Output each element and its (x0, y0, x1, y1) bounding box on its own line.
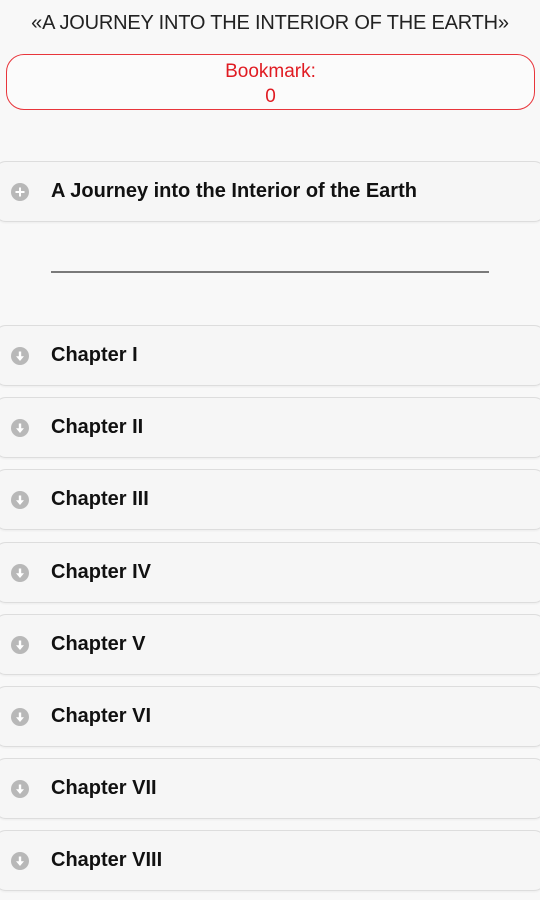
chapter-label: Chapter VI (51, 705, 152, 727)
chapter-item-8[interactable]: Chapter VIII (0, 830, 540, 891)
chapter-item-5[interactable]: Chapter V (0, 614, 540, 675)
chapter-item-1[interactable]: Chapter I (0, 325, 540, 386)
book-section-toggle[interactable]: A Journey into the Interior of the Earth (0, 161, 540, 222)
app-title: «A JOURNEY INTO THE INTERIOR OF THE EART… (31, 12, 509, 34)
app-screen: «A JOURNEY INTO THE INTERIOR OF THE EART… (0, 0, 540, 900)
bookmark-value: 0 (265, 86, 276, 107)
chapter-item-7[interactable]: Chapter VII (0, 758, 540, 819)
chapter-label: Chapter VII (51, 777, 157, 799)
chapter-item-6[interactable]: Chapter VI (0, 686, 540, 747)
bookmark-label: Bookmark: (225, 61, 316, 82)
book-section-label: A Journey into the Interior of the Earth (51, 180, 417, 202)
chapter-item-2[interactable]: Chapter II (0, 397, 540, 458)
chapter-label: Chapter IV (51, 561, 152, 583)
chapter-item-4[interactable]: Chapter IV (0, 542, 540, 603)
chapter-label: Chapter III (51, 488, 149, 510)
arrow-down-circle-icon (11, 491, 29, 509)
section-divider (51, 271, 489, 273)
arrow-down-circle-icon (11, 636, 29, 654)
arrow-down-circle-icon (11, 419, 29, 437)
chapter-label: Chapter VIII (51, 849, 163, 871)
chapter-item-3[interactable]: Chapter III (0, 469, 540, 530)
plus-circle-icon (11, 183, 29, 201)
chapter-label: Chapter V (51, 633, 146, 655)
chapter-label: Chapter I (51, 344, 138, 366)
chapter-label: Chapter II (51, 416, 144, 438)
arrow-down-circle-icon (11, 852, 29, 870)
arrow-down-circle-icon (11, 780, 29, 798)
bookmark-button[interactable]: Bookmark: 0 (6, 54, 535, 110)
arrow-down-circle-icon (11, 708, 29, 726)
arrow-down-circle-icon (11, 564, 29, 582)
arrow-down-circle-icon (11, 347, 29, 365)
